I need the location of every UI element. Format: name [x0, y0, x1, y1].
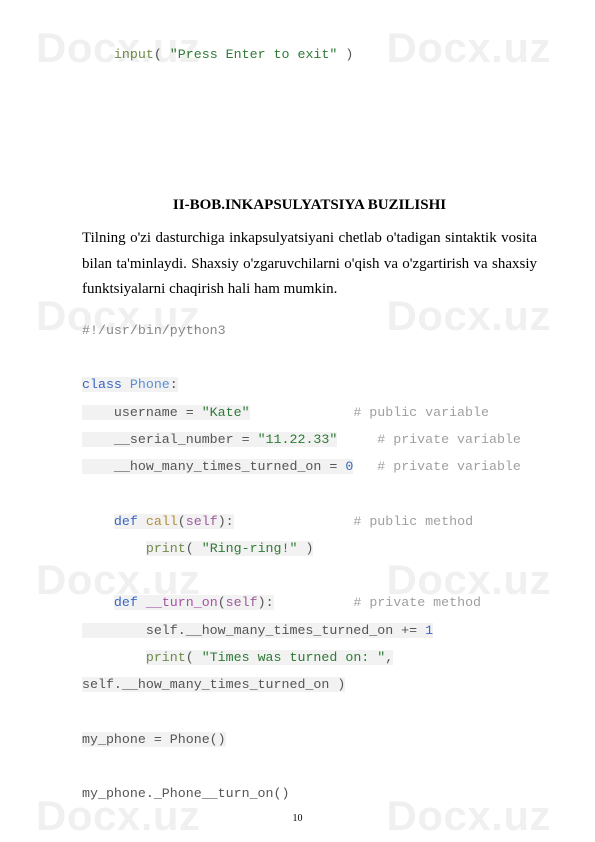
code-string: "Ring-ring!": [202, 541, 298, 556]
code-paren: ): [337, 47, 353, 62]
code-paren: (: [154, 47, 170, 62]
code-number: 1: [425, 623, 433, 638]
code-text: username =: [82, 405, 202, 420]
code-comment: # private variable: [377, 459, 521, 474]
code-keyword: def: [114, 595, 138, 610]
code-block: #!/usr/bin/python3 class Phone: username…: [82, 317, 537, 808]
code-colon: :: [170, 377, 178, 392]
code-keyword: def: [114, 514, 138, 529]
code-string: "Kate": [202, 405, 250, 420]
code-comment: # private variable: [377, 432, 521, 447]
code-string: "Press Enter to exit": [170, 47, 338, 62]
page-number: 10: [0, 813, 595, 824]
code-indent: [82, 47, 114, 62]
code-fn: call: [146, 514, 178, 529]
code-string: "11.22.33": [258, 432, 338, 447]
code-keyword: class: [82, 377, 122, 392]
code-classname: Phone: [130, 377, 170, 392]
code-snippet-top: input( "Press Enter to exit" ): [82, 44, 537, 65]
code-string: "Times was turned on: ": [202, 650, 386, 665]
code-self: self: [186, 514, 218, 529]
code-comment: # public method: [353, 514, 473, 529]
code-comment: # private method: [353, 595, 481, 610]
code-fn: print: [146, 650, 186, 665]
section-heading: II-BOB.INKAPSULYATSIYA BUZILISHI: [82, 197, 537, 214]
code-fn: input: [114, 47, 154, 62]
code-shebang: #!/usr/bin/python3: [82, 323, 226, 338]
code-text: self.__how_many_times_turned_on ): [82, 677, 345, 692]
code-text: __how_many_times_turned_on =: [82, 459, 345, 474]
code-self: self: [226, 595, 258, 610]
code-text: my_phone = Phone(): [82, 732, 226, 747]
body-paragraph: Tilning o'zi dasturchiga inkapsulyatsiya…: [82, 226, 537, 303]
code-comment: # public variable: [353, 405, 489, 420]
code-private-fn: __turn_on: [146, 595, 218, 610]
code-text: self.__how_many_times_turned_on +=: [82, 623, 425, 638]
code-text: __serial_number =: [82, 432, 258, 447]
code-fn: print: [146, 541, 186, 556]
code-text: my_phone._Phone__turn_on(): [82, 786, 289, 801]
page: Docx.uz Docx.uz Docx.uz Docx.uz Docx.uz …: [0, 0, 595, 842]
